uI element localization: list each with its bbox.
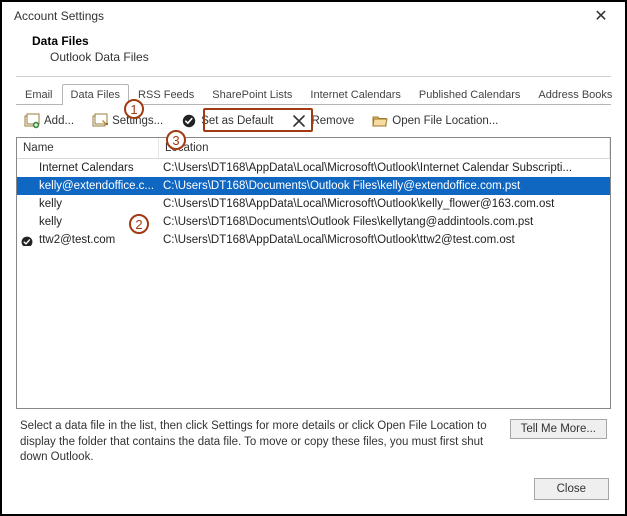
footer: Close (2, 466, 625, 514)
tab-internet-calendars[interactable]: Internet Calendars (301, 84, 410, 105)
cell-name: Internet Calendars (17, 162, 159, 174)
table-header: Name Location (17, 138, 610, 159)
tab-address-books[interactable]: Address Books (529, 84, 621, 105)
cell-name-text: ttw2@test.com (39, 234, 115, 246)
tab-data-files[interactable]: Data Files (62, 84, 130, 105)
cell-name: kelly@extendoffice.c... (17, 180, 159, 192)
settings-icon (92, 113, 108, 129)
tab-email[interactable]: Email (16, 84, 62, 105)
account-settings-window: Account Settings ✕ Data Files Outlook Da… (0, 0, 627, 516)
tab-published-calendars[interactable]: Published Calendars (410, 84, 530, 105)
open-location-label: Open File Location... (392, 115, 498, 127)
add-icon (24, 113, 40, 129)
open-location-button[interactable]: Open File Location... (368, 111, 502, 131)
table-row[interactable]: Internet Calendars C:\Users\DT168\AppDat… (17, 159, 610, 177)
remove-label: Remove (311, 115, 354, 127)
add-label: Add... (44, 115, 74, 127)
close-icon[interactable]: ✕ (585, 6, 617, 26)
table-row[interactable]: kelly@extendoffice.c... C:\Users\DT168\D… (17, 177, 610, 195)
divider (16, 76, 611, 77)
settings-label: Settings... (112, 115, 163, 127)
cell-name: kelly (17, 216, 159, 228)
col-name[interactable]: Name (17, 138, 159, 158)
window-title: Account Settings (14, 9, 104, 23)
remove-icon (291, 113, 307, 129)
cell-location: C:\Users\DT168\Documents\Outlook Files\k… (159, 216, 610, 228)
cell-name: ttw2@test.com (17, 234, 159, 246)
cell-name: kelly (17, 198, 159, 210)
titlebar: Account Settings ✕ (2, 2, 625, 30)
cell-location: C:\Users\DT168\AppData\Local\Microsoft\O… (159, 234, 610, 246)
check-circle-icon (181, 113, 197, 129)
cell-location: C:\Users\DT168\Documents\Outlook Files\k… (159, 180, 610, 192)
close-button[interactable]: Close (534, 478, 609, 500)
table-body: Internet Calendars C:\Users\DT168\AppDat… (17, 159, 610, 408)
tell-me-more-button[interactable]: Tell Me More... (510, 419, 607, 439)
table-row[interactable]: ttw2@test.com C:\Users\DT168\AppData\Loc… (17, 231, 610, 249)
tab-rss-feeds[interactable]: RSS Feeds (129, 84, 203, 105)
set-default-label: Set as Default (201, 115, 273, 127)
table-row[interactable]: kelly C:\Users\DT168\AppData\Local\Micro… (17, 195, 610, 213)
cell-location: C:\Users\DT168\AppData\Local\Microsoft\O… (159, 162, 610, 174)
data-files-table: Name Location Internet Calendars C:\User… (16, 137, 611, 409)
default-check-icon (20, 235, 34, 246)
col-location[interactable]: Location (159, 138, 610, 158)
header: Data Files Outlook Data Files (2, 30, 625, 76)
set-default-button[interactable]: Set as Default (177, 111, 277, 131)
folder-open-icon (372, 113, 388, 129)
remove-button[interactable]: Remove (287, 111, 358, 131)
info-text: Select a data file in the list, then cli… (20, 419, 500, 466)
info-row: Select a data file in the list, then cli… (16, 409, 611, 466)
add-button[interactable]: Add... (20, 111, 78, 131)
table-row[interactable]: kelly C:\Users\DT168\Documents\Outlook F… (17, 213, 610, 231)
page-title: Data Files (32, 34, 605, 48)
page-subtitle: Outlook Data Files (50, 50, 605, 64)
toolbar: Add... Settings... Set as Default Rem (16, 105, 611, 137)
tab-sharepoint-lists[interactable]: SharePoint Lists (203, 84, 301, 105)
settings-button[interactable]: Settings... (88, 111, 167, 131)
cell-location: C:\Users\DT168\AppData\Local\Microsoft\O… (159, 198, 610, 210)
tab-bar: Email Data Files RSS Feeds SharePoint Li… (16, 81, 611, 105)
